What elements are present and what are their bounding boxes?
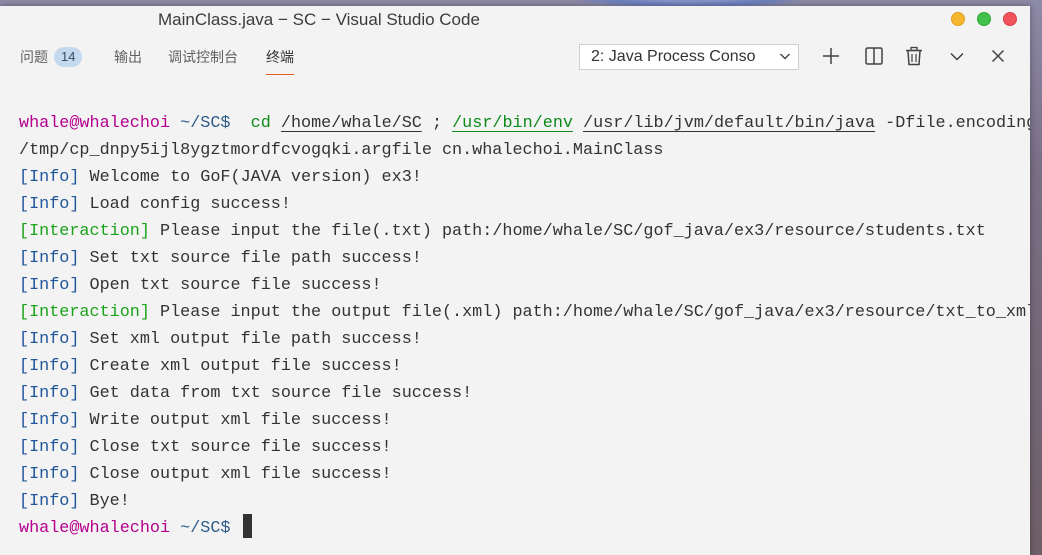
output-line: [Info] Get data from txt source file suc… [19,380,472,407]
final-prompt-line: whale@whalechoi ~/SC$ [19,513,252,542]
title-bar[interactable]: MainClass.java − SC − Visual Studio Code [0,6,1030,34]
tab-debug-console[interactable]: 调试控制台 [168,47,238,67]
window-title: MainClass.java − SC − Visual Studio Code [158,10,480,29]
info-tag: [Info] [19,330,80,349]
output-message: Please input the output file(.xml) path:… [149,303,1030,322]
info-tag: [Info] [19,492,80,511]
maximize-panel-chevron-icon[interactable] [946,45,968,67]
interaction-tag: [Interaction] [19,303,150,322]
output-line: [Interaction] Please input the file(.txt… [19,218,986,245]
output-line: [Info] Welcome to GoF(JAVA version) ex3! [19,164,422,191]
info-tag: [Info] [19,411,80,430]
output-message: Bye! [79,492,130,511]
terminal-cursor [242,513,252,538]
terminal-output[interactable]: whale@whalechoi ~/SC$ cd /home/whale/SC … [0,82,1030,555]
info-tag: [Info] [19,357,80,376]
output-line: [Info] Write output xml file success! [19,407,392,434]
output-line: [Info] Load config success! [19,191,291,218]
output-message: Set txt source file path success! [79,249,422,268]
command-line: whale@whalechoi ~/SC$ cd /home/whale/SC … [19,110,1030,137]
output-message: Get data from txt source file success! [79,384,473,403]
command-env: /usr/bin/env [452,114,573,133]
output-message: Create xml output file success! [79,357,402,376]
tab-problems-label: 问题 [20,49,48,65]
info-tag: [Info] [19,276,80,295]
prompt-path: ~/SC$ [170,114,231,133]
close-window-button[interactable] [1003,12,1017,26]
command-java-path: /usr/lib/jvm/default/bin/java [583,114,876,133]
output-line: [Info] Open txt source file success! [19,272,382,299]
maximize-button[interactable] [977,12,991,26]
info-tag: [Info] [19,465,80,484]
info-tag: [Info] [19,168,80,187]
problems-count-badge: 14 [54,47,83,68]
output-message: Welcome to GoF(JAVA version) ex3! [79,168,422,187]
info-tag: [Info] [19,195,80,214]
prompt-path: ~/SC$ [170,519,231,538]
command-separator: ; [421,114,453,133]
terminal-select-value: 2: Java Process Conso [591,48,756,65]
output-line: [Info] Set txt source file path success! [19,245,422,272]
command-args: -Dfile.encoding=UTF-8 @ [885,114,1030,133]
output-line: [Info] Bye! [19,488,130,515]
chevron-down-icon [780,53,790,60]
panel-header: 问题 14 输出 调试控制台 终端 2: Java Process Conso [0,34,1030,82]
split-terminal-icon[interactable] [863,45,885,67]
tab-output[interactable]: 输出 [114,47,142,67]
new-terminal-plus-icon[interactable] [820,45,842,67]
vscode-window: MainClass.java − SC − Visual Studio Code… [0,6,1030,555]
command-cd-arg: /home/whale/SC [280,114,422,133]
command-continuation: /tmp/cp_dnpy5ijl8ygztmordfcvogqki.argfil… [19,141,664,160]
interaction-tag: [Interaction] [19,222,150,241]
output-line: [Info] Close txt source file success! [19,434,392,461]
command-cd: cd [250,114,271,133]
output-message: Set xml output file path success! [79,330,422,349]
output-message: Load config success! [79,195,291,214]
minimize-button[interactable] [951,12,965,26]
output-line: [Info] Set xml output file path success! [19,326,422,353]
tab-problems[interactable]: 问题 14 [20,47,83,68]
trash-icon[interactable] [903,45,925,67]
output-message: Close txt source file success! [79,438,392,457]
info-tag: [Info] [19,249,80,268]
output-message: Open txt source file success! [79,276,382,295]
info-tag: [Info] [19,438,80,457]
output-line: [Info] Close output xml file success! [19,461,392,488]
close-icon[interactable] [987,45,1009,67]
terminal-instance-select[interactable]: 2: Java Process Conso [579,44,799,70]
prompt-user: whale@whalechoi [19,114,171,133]
info-tag: [Info] [19,384,80,403]
tab-terminal[interactable]: 终端 [266,47,294,67]
output-message: Please input the file(.txt) path:/home/w… [149,222,986,241]
output-line: [Interaction] Please input the output fi… [19,299,1030,326]
output-message: Write output xml file success! [79,411,392,430]
output-line: [Info] Create xml output file success! [19,353,402,380]
output-message: Close output xml file success! [79,465,392,484]
active-tab-indicator [266,74,294,75]
prompt-user: whale@whalechoi [19,519,171,538]
